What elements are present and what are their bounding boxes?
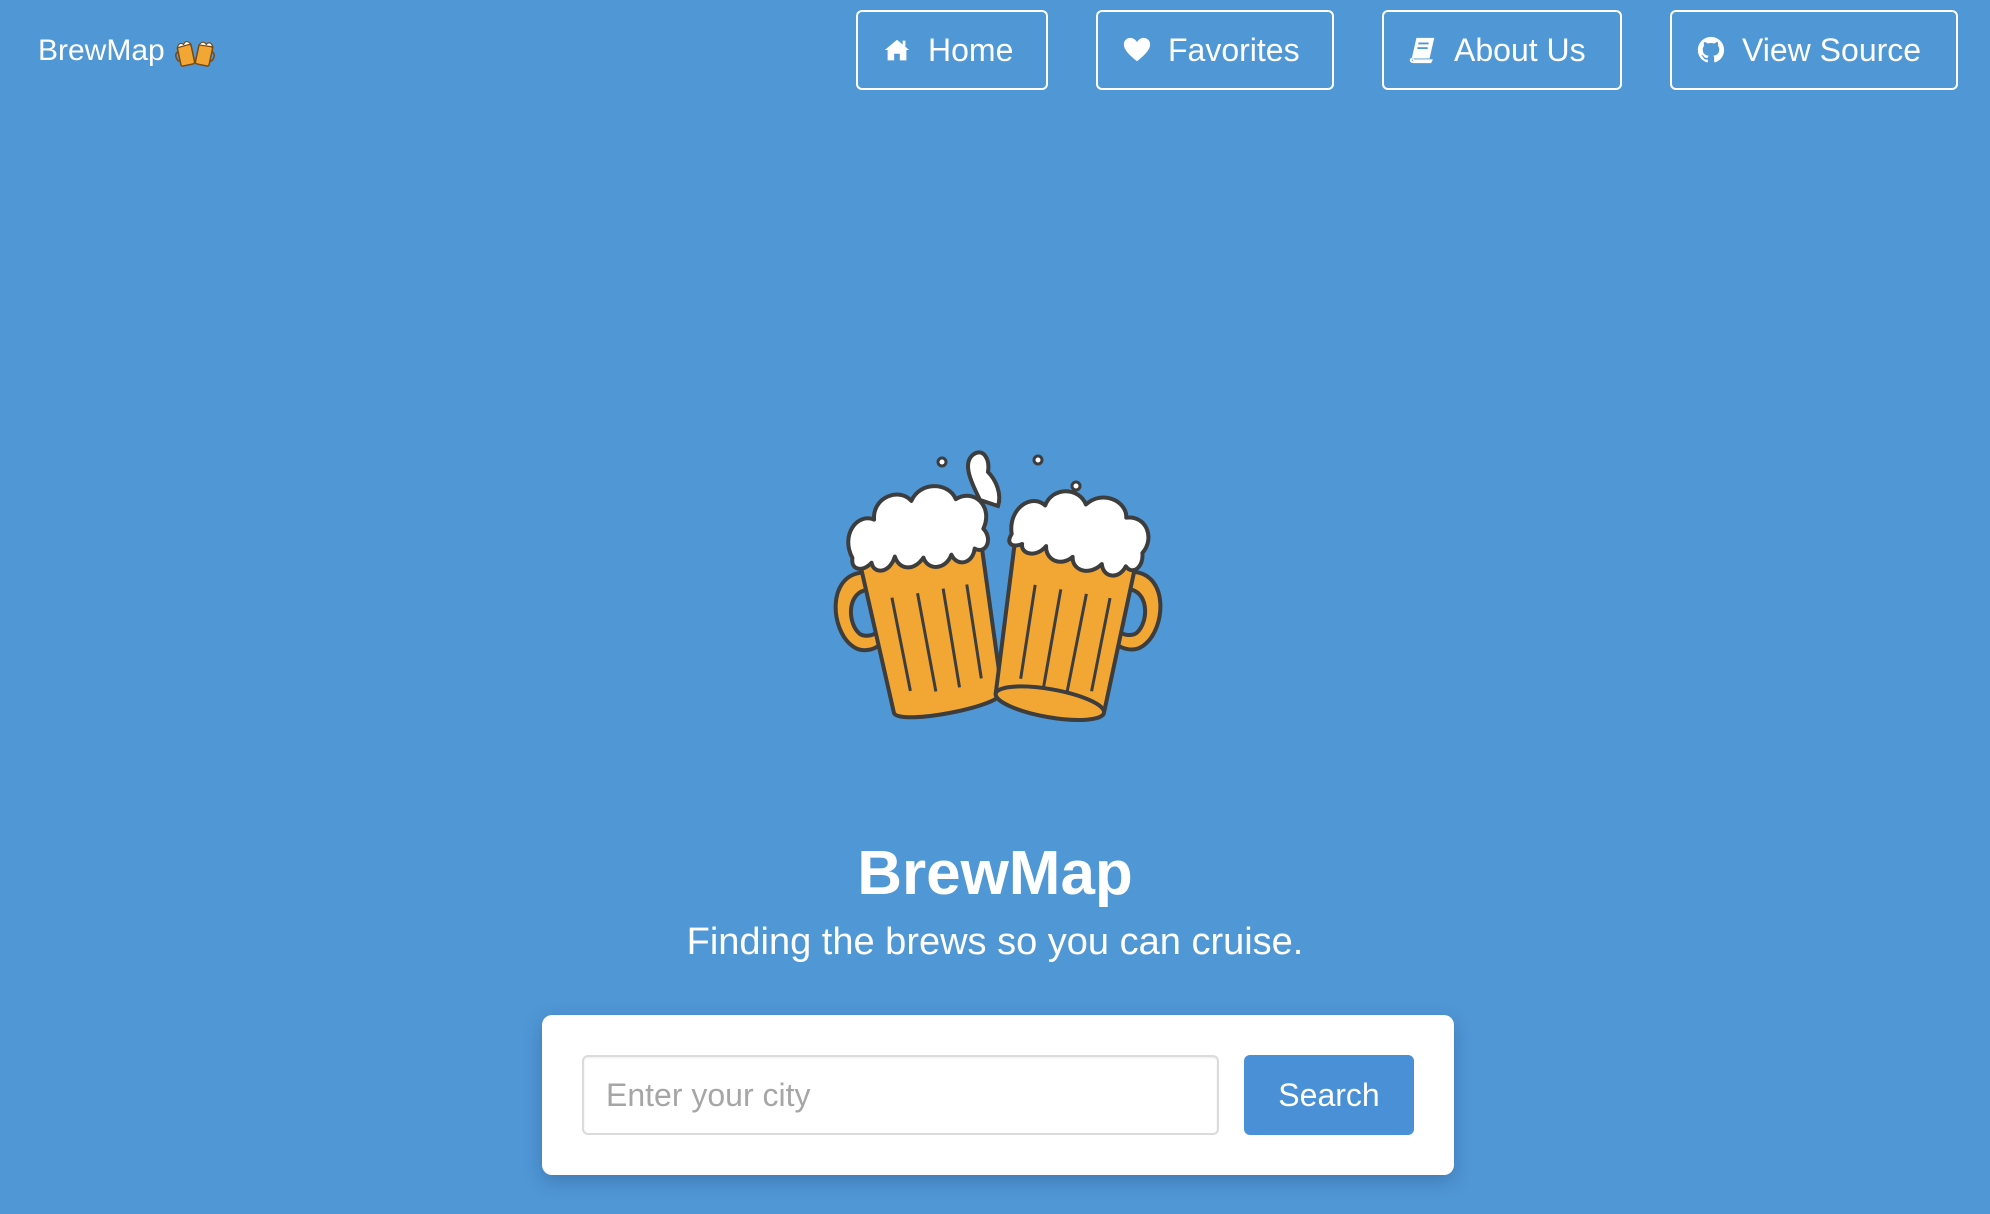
page-subtitle: Finding the brews so you can cruise.	[686, 921, 1304, 963]
nav-home-label: Home	[928, 31, 1014, 68]
app-page: BrewMap Home Favorites About Us View Sou…	[0, 0, 1990, 1214]
city-search-input[interactable]	[582, 1055, 1219, 1135]
nav-home-button[interactable]: Home	[856, 10, 1048, 90]
search-card: Search	[542, 1015, 1454, 1175]
nav-favorites-button[interactable]: Favorites	[1096, 10, 1334, 90]
search-button[interactable]: Search	[1244, 1055, 1414, 1135]
book-icon	[1409, 37, 1435, 64]
home-icon	[884, 39, 910, 61]
nav-about-button[interactable]: About Us	[1382, 10, 1622, 90]
clinking-beer-mugs-icon	[174, 40, 215, 67]
clinking-beer-mugs-illustration	[833, 450, 1163, 722]
top-navigation: Home Favorites About Us View Source	[856, 10, 1958, 90]
nav-view-source-label: View Source	[1742, 31, 1922, 68]
heart-icon	[1123, 37, 1151, 62]
brand-link[interactable]: BrewMap	[38, 28, 215, 74]
brand-name: BrewMap	[38, 34, 165, 67]
nav-favorites-label: Favorites	[1168, 31, 1300, 68]
nav-view-source-button[interactable]: View Source	[1670, 10, 1958, 90]
github-icon	[1697, 36, 1725, 63]
nav-about-label: About Us	[1454, 31, 1586, 68]
page-title: BrewMap	[857, 839, 1133, 908]
